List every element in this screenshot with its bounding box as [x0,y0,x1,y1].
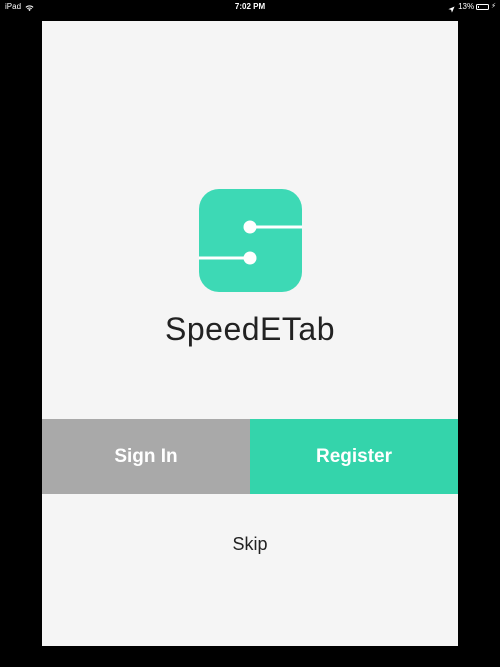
battery-icon [476,4,490,10]
speedetab-logo-icon [199,189,302,292]
skip-button[interactable]: Skip [200,534,300,555]
status-bar: iPad 7:02 PM 13% ⚡ [0,0,500,14]
battery-level-fill [478,6,480,8]
status-bar-right: 13% ⚡ [448,0,496,14]
battery-percent: 13% [458,2,475,11]
welcome-panel: SpeedETab Sign In Register Skip [42,21,458,646]
charging-bolt-icon: ⚡ [491,3,496,10]
location-arrow-icon [448,4,455,13]
app-name: SpeedETab [165,311,335,347]
register-button[interactable]: Register [250,419,458,494]
status-time: 7:02 PM [234,2,266,11]
auth-button-row: Sign In Register [42,419,458,494]
sign-in-button[interactable]: Sign In [42,419,250,494]
screen: iPad 7:02 PM 13% ⚡ SpeedETab Sign In Reg… [0,0,500,667]
